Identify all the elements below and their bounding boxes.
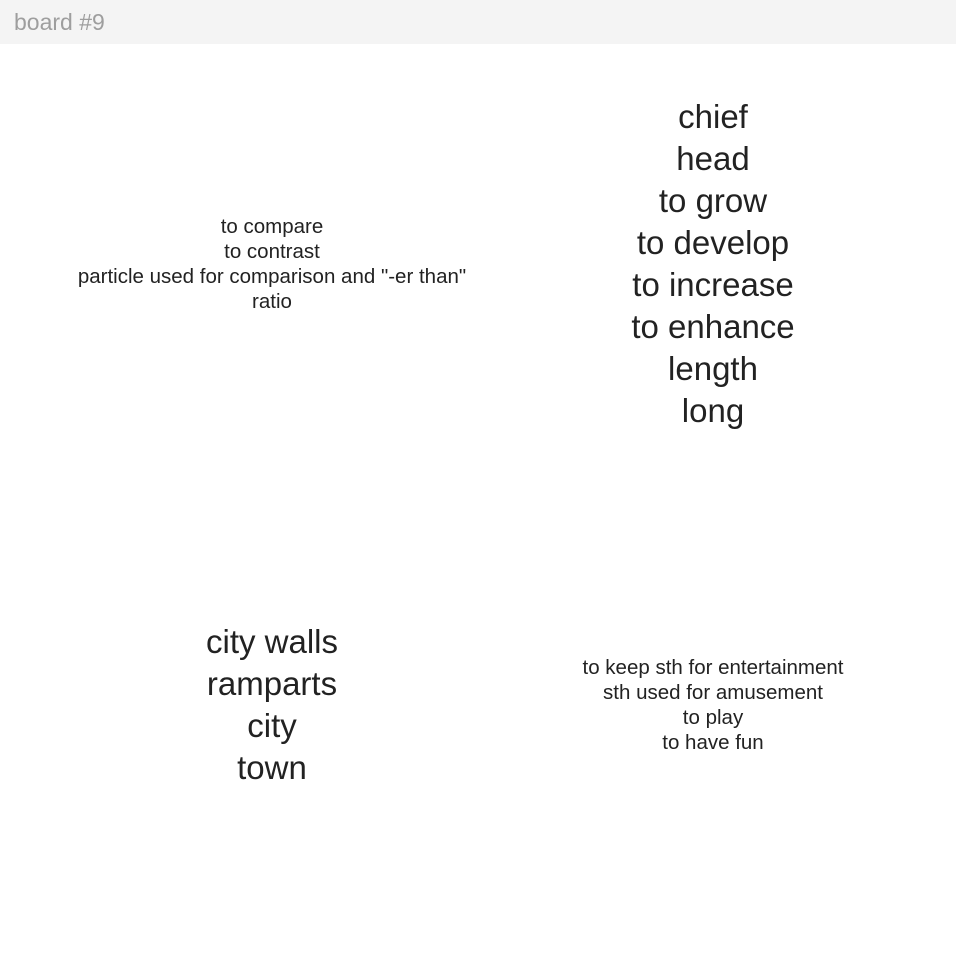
card-line: chief [678, 98, 748, 135]
card-line: long [681, 392, 745, 429]
card-line: length [668, 350, 758, 387]
card-line: to keep sth for entertainment [582, 656, 844, 679]
card-line: ratio [252, 290, 292, 313]
card-line: particle used for comparison and "-er th… [77, 265, 467, 288]
card-line: head [676, 140, 750, 177]
card-line: sth used for amusement [603, 681, 823, 704]
card-bottom-right[interactable]: to keep sth for entertainment sth used f… [474, 655, 952, 755]
card-top-right[interactable]: chief head to grow to develop to increas… [474, 96, 952, 432]
card-top-left[interactable]: to compare to contrast particle used for… [33, 214, 511, 314]
card-line: to have fun [662, 731, 764, 754]
card-line: to increase [632, 266, 794, 303]
board-title: board #9 [14, 9, 105, 35]
card-bottom-left[interactable]: city walls ramparts city town [33, 621, 511, 789]
card-line: to develop [636, 224, 790, 261]
card-line: to compare [220, 215, 324, 238]
card-line: to grow [658, 182, 768, 219]
card-line: city [247, 707, 297, 744]
card-line: city walls [205, 623, 339, 660]
card-line: to play [682, 706, 744, 729]
card-line: to enhance [631, 308, 795, 345]
card-line: ramparts [206, 665, 338, 702]
board-header: board #9 [0, 0, 956, 44]
card-line: to contrast [224, 240, 320, 263]
card-line: town [237, 749, 307, 786]
